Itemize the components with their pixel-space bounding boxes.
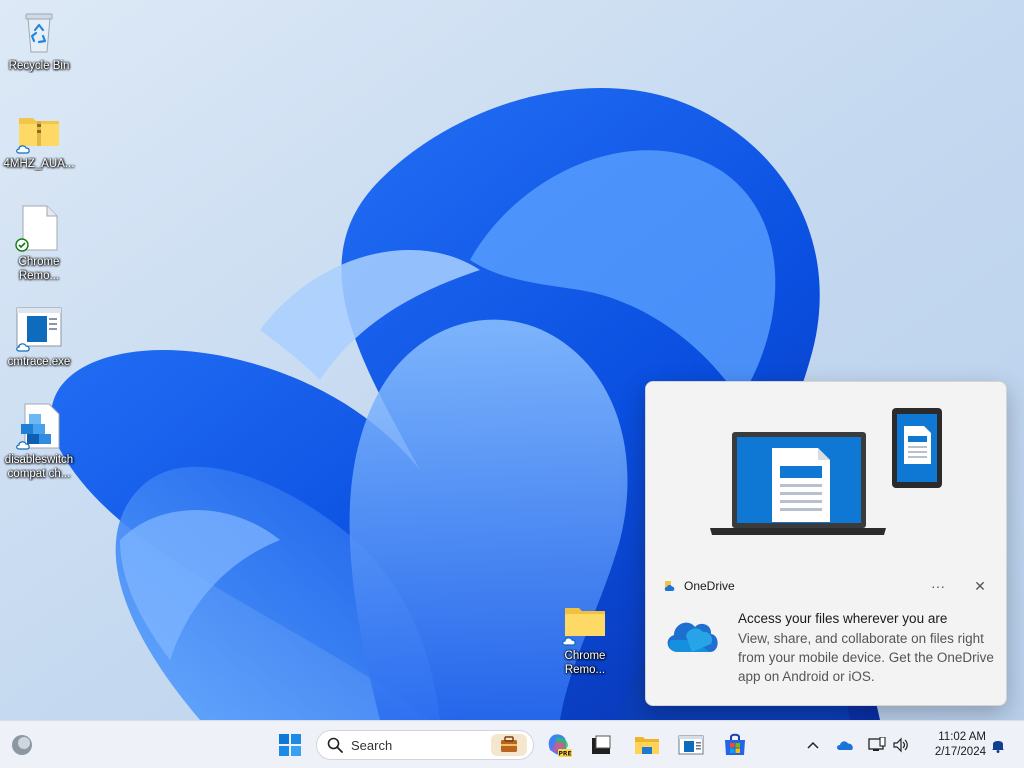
recycle-bin-icon bbox=[15, 8, 63, 56]
cloud-status-icon bbox=[562, 637, 576, 646]
search-highlight-icon bbox=[491, 734, 527, 756]
close-icon: ✕ bbox=[974, 577, 986, 594]
weather-icon bbox=[12, 735, 32, 755]
store-icon bbox=[725, 733, 745, 755]
desktop-icon-chrome-remote-folder[interactable]: Chrome Remo... bbox=[547, 598, 623, 677]
more-options-button[interactable]: ··· bbox=[924, 575, 952, 597]
desktop-icon-label: disableswitch compat ch... bbox=[4, 454, 74, 480]
network-icon bbox=[868, 737, 886, 751]
volume-icon bbox=[893, 737, 908, 753]
notification-body[interactable]: Access your files wherever you are View,… bbox=[662, 610, 994, 686]
start-icon bbox=[279, 734, 301, 756]
svg-text:PRE: PRE bbox=[558, 751, 571, 758]
desktop-icon-label: Recycle Bin bbox=[8, 60, 70, 72]
terminal-icon bbox=[592, 735, 611, 754]
file-explorer-button[interactable] bbox=[631, 729, 663, 761]
desktop-icon-cmtrace[interactable]: cmtrace.exe bbox=[1, 304, 77, 369]
window-app-icon bbox=[678, 735, 704, 755]
app-window-icon bbox=[15, 304, 63, 352]
volume-button[interactable] bbox=[889, 733, 913, 757]
file-explorer-icon bbox=[635, 737, 659, 754]
onedrive-cloud-icon bbox=[667, 622, 718, 652]
close-notification-button[interactable]: ✕ bbox=[966, 575, 994, 597]
onedrive-notification[interactable]: OneDrive ··· ✕ Access your files whereve… bbox=[645, 381, 1007, 706]
start-button[interactable] bbox=[274, 729, 306, 761]
window-app-button[interactable] bbox=[675, 729, 707, 761]
onedrive-tray-button[interactable] bbox=[833, 733, 857, 757]
taskbar: Search PRE 11:02 AM 2/17/2024 bbox=[0, 720, 1024, 768]
cloud-status-icon bbox=[16, 343, 30, 352]
notification-app-name: OneDrive bbox=[684, 579, 735, 593]
msi-package-icon bbox=[15, 402, 63, 450]
document-icon bbox=[15, 204, 63, 252]
terminal-button[interactable] bbox=[585, 729, 617, 761]
chevron-up-icon bbox=[807, 741, 819, 749]
devices-illustration bbox=[646, 382, 1006, 572]
notification-message: View, share, and collaborate on files ri… bbox=[738, 631, 994, 684]
folder-icon bbox=[561, 598, 609, 646]
cloud-status-icon bbox=[16, 145, 30, 154]
cloud-status-icon bbox=[16, 441, 30, 450]
search-placeholder: Search bbox=[351, 737, 393, 753]
network-status-button[interactable] bbox=[865, 733, 889, 757]
store-button[interactable] bbox=[719, 729, 751, 761]
notifications-button[interactable] bbox=[986, 733, 1010, 757]
notification-title: Access your files wherever you are bbox=[738, 611, 948, 626]
desktop-icon-recycle-bin[interactable]: Recycle Bin bbox=[1, 8, 77, 73]
synced-check-icon bbox=[15, 238, 29, 252]
show-hidden-icons-button[interactable] bbox=[801, 733, 825, 757]
desktop-icon-zip-folder[interactable]: 4MHZ_AUA... bbox=[1, 106, 77, 171]
zip-folder-icon bbox=[15, 106, 63, 154]
search-icon bbox=[327, 737, 343, 753]
taskbar-clock[interactable]: 11:02 AM 2/17/2024 bbox=[922, 730, 986, 760]
desktop-icon-label: cmtrace.exe bbox=[7, 356, 71, 368]
taskbar-search[interactable]: Search bbox=[316, 730, 534, 760]
more-icon: ··· bbox=[931, 578, 945, 594]
desktop-icon-label: Chrome Remo... bbox=[564, 650, 606, 676]
notification-header: OneDrive ··· ✕ bbox=[662, 575, 994, 597]
copilot-icon: PRE bbox=[548, 734, 572, 758]
desktop-icon-label: 4MHZ_AUA... bbox=[3, 158, 75, 170]
desktop-icon-disableswitch[interactable]: disableswitch compat ch... bbox=[1, 402, 77, 481]
onedrive-tray-icon bbox=[837, 741, 853, 750]
desktop-icon-chrome-remote-doc[interactable]: Chrome Remo... bbox=[1, 204, 77, 283]
onedrive-app-icon bbox=[664, 581, 675, 591]
bell-icon bbox=[992, 741, 1004, 753]
clock-time: 11:02 AM bbox=[938, 731, 986, 743]
desktop-icon-label: Chrome Remo... bbox=[18, 256, 60, 282]
clock-date: 2/17/2024 bbox=[934, 746, 986, 758]
copilot-button[interactable]: PRE bbox=[543, 729, 575, 761]
widgets-button[interactable] bbox=[6, 729, 38, 761]
